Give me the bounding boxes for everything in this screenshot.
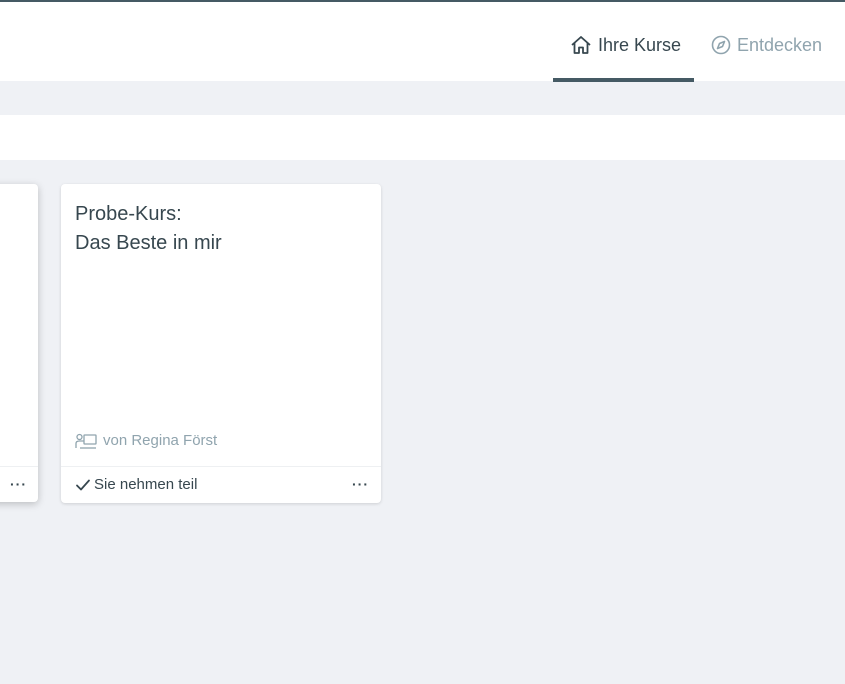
- enrollment-status: Sie nehmen teil: [75, 476, 197, 493]
- more-options-button[interactable]: ···: [352, 476, 369, 492]
- nav-item-your-courses[interactable]: Ihre Kurse: [570, 31, 681, 59]
- teacher-icon: [75, 433, 97, 449]
- nav-item-label: Entdecken: [737, 34, 823, 55]
- course-card-partial[interactable]: ···: [0, 184, 38, 502]
- enrollment-status-text: Sie nehmen teil: [94, 476, 198, 493]
- course-title[interactable]: Probe-Kurs: Das Beste in mir: [75, 200, 365, 258]
- card-divider: [61, 466, 381, 467]
- course-author: von Regina Först: [75, 432, 217, 449]
- nav-item-discover[interactable]: Entdecken: [711, 31, 822, 59]
- nav-item-label: Ihre Kurse: [598, 34, 682, 55]
- course-author-text: von Regina Först: [103, 432, 218, 449]
- card-divider: [0, 466, 38, 467]
- more-options-button[interactable]: ···: [10, 476, 27, 492]
- check-icon: [76, 479, 90, 490]
- filter-bar: [0, 115, 845, 160]
- course-title-line: Das Beste in mir: [75, 232, 222, 254]
- top-navigation-bar: Ihre Kurse Entdecken: [0, 2, 845, 82]
- course-title-line: Probe-Kurs:: [75, 203, 182, 225]
- course-card[interactable]: Probe-Kurs: Das Beste in mir von Regina …: [61, 184, 381, 503]
- compass-icon: [711, 35, 731, 55]
- active-tab-indicator: [553, 78, 694, 82]
- home-icon: [571, 36, 591, 54]
